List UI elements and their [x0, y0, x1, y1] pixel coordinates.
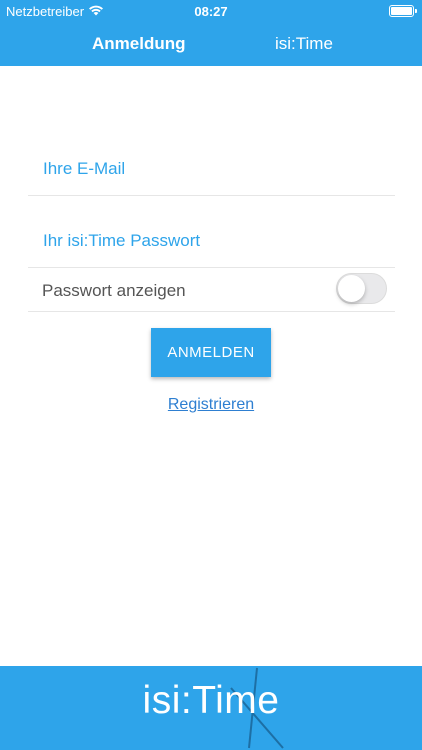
- show-password-toggle[interactable]: [336, 273, 387, 304]
- show-password-row: Passwort anzeigen: [28, 268, 395, 312]
- register-link[interactable]: Registrieren: [0, 396, 422, 414]
- password-field-row: [28, 216, 395, 268]
- tab-isitime[interactable]: isi:Time: [275, 34, 333, 54]
- nav-bar: Anmeldung isi:Time: [0, 22, 422, 66]
- show-password-label: Passwort anzeigen: [42, 281, 186, 300]
- top-bar: Netzbetreiber 08:27 Anmeldung isi:Time: [0, 0, 422, 66]
- footer-bar: isi:Time: [0, 666, 422, 750]
- password-input[interactable]: [43, 228, 383, 254]
- status-bar: Netzbetreiber 08:27: [0, 0, 422, 22]
- login-button[interactable]: ANMELDEN: [151, 328, 271, 377]
- toggle-knob: [338, 275, 365, 302]
- battery-icon: [389, 5, 417, 17]
- status-time: 08:27: [194, 4, 228, 19]
- logo-text: isi:Time: [142, 679, 280, 722]
- isitime-logo: isi:Time: [0, 666, 422, 750]
- email-field-row: [28, 144, 395, 196]
- email-input[interactable]: [43, 156, 383, 182]
- login-screen: Netzbetreiber 08:27 Anmeldung isi:Time I…: [0, 0, 422, 750]
- battery-level: [391, 7, 412, 15]
- tab-login[interactable]: Anmeldung: [92, 34, 186, 54]
